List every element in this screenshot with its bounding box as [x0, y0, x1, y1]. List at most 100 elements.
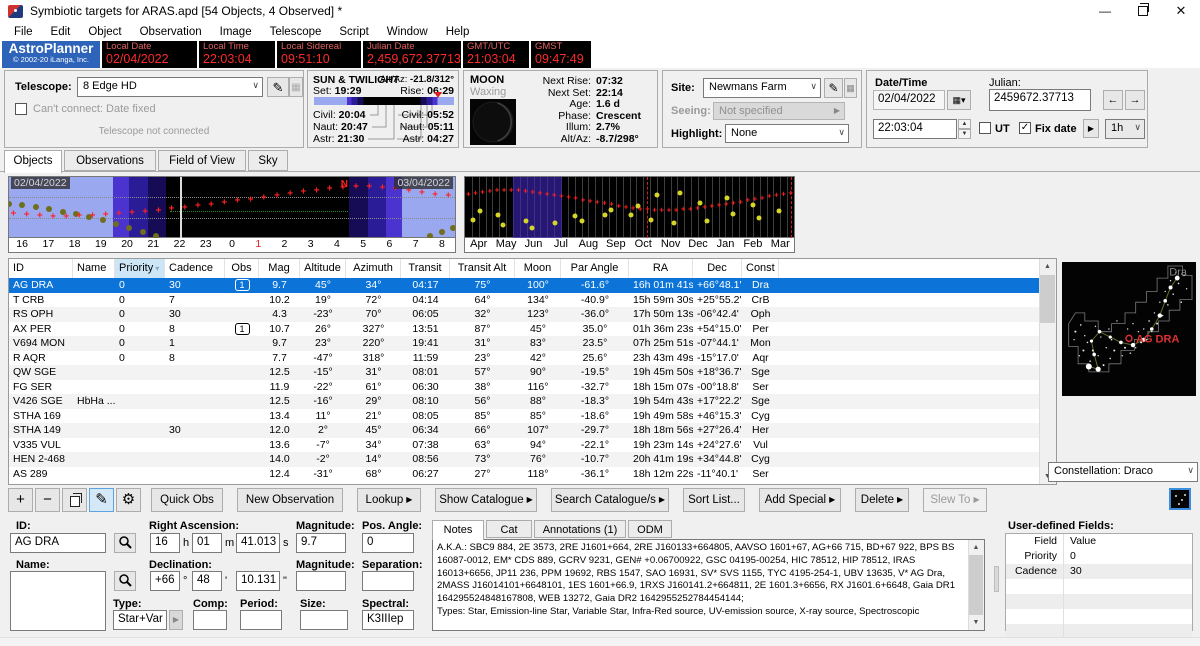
telescope-select[interactable]: 8 Edge HD∨ [77, 77, 263, 97]
fix-date-checkbox[interactable]: ✓ [1019, 122, 1031, 134]
column-header-const[interactable]: Const [742, 259, 779, 278]
table-row[interactable]: STHA 16913.411°21°08:0585°85°-18.6°19h 4… [9, 409, 1040, 424]
notes-tab-cat[interactable]: Cat [486, 520, 532, 538]
table-row[interactable]: V694 MON019.723°220°19:4131°83°23.5°07h … [9, 336, 1040, 351]
column-header-transit[interactable]: Transit [401, 259, 450, 278]
table-row[interactable]: FG SER11.9-22°61°06:3038°116°-32.7°18h 1… [9, 380, 1040, 395]
tab-field-of-view[interactable]: Field of View [158, 150, 246, 171]
column-header-altitude[interactable]: Altitude [300, 259, 346, 278]
site-grid-button[interactable]: ▦ [844, 78, 857, 98]
table-row[interactable]: HEN 2-46814.0-2°14°08:5673°76°-10.7°20h … [9, 452, 1040, 467]
edit-object-button[interactable]: ✎ [89, 488, 114, 512]
notes-tab-annotations-1-[interactable]: Annotations (1) [534, 520, 626, 538]
menu-image[interactable]: Image [211, 25, 261, 39]
ra-seconds-input[interactable]: 41.013 [236, 533, 280, 553]
pane-resize-handle[interactable] [994, 566, 999, 592]
delete-button[interactable]: Delete▶ [855, 488, 909, 512]
menu-script[interactable]: Script [330, 25, 377, 39]
udf-row[interactable]: Cadence30 [1006, 564, 1192, 579]
notes-tab-notes[interactable]: Notes [432, 520, 484, 540]
table-row[interactable]: AX PER08110.726°327°13:5187°45°35.0°01h … [9, 322, 1040, 337]
pos-angle-input[interactable]: 0 [362, 533, 414, 553]
menu-telescope[interactable]: Telescope [261, 25, 331, 39]
table-row[interactable]: STHA 1493012.02°45°06:3466°107°-29.7°18h… [9, 423, 1040, 438]
column-header-dec[interactable]: Dec [693, 259, 742, 278]
column-header-azimuth[interactable]: Azimuth [346, 259, 401, 278]
site-select[interactable]: Newmans Farm∨ [703, 78, 821, 98]
name-input[interactable] [10, 571, 106, 631]
scroll-up-icon[interactable]: ▲ [1040, 259, 1055, 274]
column-header-id[interactable]: ID [9, 259, 73, 278]
tab-observations[interactable]: Observations [64, 150, 156, 171]
menu-object[interactable]: Object [79, 25, 130, 39]
scroll-thumb[interactable] [1040, 275, 1055, 323]
table-row[interactable]: RS OPH0304.3-23°70°06:0532°123°-36.0°17h… [9, 307, 1040, 322]
minimize-button[interactable]: — [1086, 0, 1124, 22]
table-scrollbar[interactable]: ▲ ▼ [1039, 259, 1056, 484]
column-header-ra[interactable]: RA [629, 259, 693, 278]
restore-button[interactable] [1124, 0, 1162, 22]
size-input[interactable] [300, 610, 348, 630]
menu-file[interactable]: File [5, 25, 42, 39]
next-day-button[interactable]: → [1125, 90, 1145, 110]
magnitude-input[interactable]: 9.7 [296, 533, 346, 553]
dec-minutes-input[interactable]: 48 [192, 571, 222, 591]
lookup-id-button[interactable] [114, 533, 136, 553]
table-row[interactable]: QW SGE12.5-15°31°08:0157°90°-19.5°19h 45… [9, 365, 1040, 380]
menu-window[interactable]: Window [378, 25, 437, 39]
time-input[interactable]: 22:03:04 [873, 119, 957, 139]
dec-degrees-input[interactable]: +66 [150, 571, 180, 591]
cant-connect-checkbox[interactable] [15, 103, 27, 115]
calendar-picker-button[interactable]: ▦▾ [947, 90, 971, 110]
notes-text[interactable]: A.K.A.: SBC9 884, 2E 3573, 2RE J1601+664… [432, 539, 985, 631]
search-catalogues-button[interactable]: Search Catalogue/s▶ [551, 488, 669, 512]
menu-edit[interactable]: Edit [42, 25, 80, 39]
table-row[interactable]: V335 VUL13.6-7°34°07:3863°94°-22.1°19h 2… [9, 438, 1040, 453]
udf-row[interactable] [1006, 609, 1192, 624]
column-header-mag[interactable]: Mag [259, 259, 300, 278]
night-altitude-plot[interactable]: 02/04/202203/04/2022N+++++++++++++++++++… [9, 177, 455, 238]
type-input[interactable]: Star+Var St [113, 610, 167, 630]
quick-obs-button[interactable]: Quick Obs [151, 488, 223, 512]
step-button[interactable]: ▶ [1083, 119, 1099, 138]
julian-input[interactable]: 2459672.37713 [989, 89, 1091, 111]
ra-minutes-input[interactable]: 01 [192, 533, 222, 553]
id-input[interactable]: AG DRA [10, 533, 106, 553]
type-picker-button[interactable]: ▶ [169, 610, 183, 630]
date-input[interactable]: 02/04/2022 [873, 90, 945, 110]
edit-telescope-button[interactable]: ✎ [267, 77, 289, 97]
table-row[interactable]: AG DRA03019.745°34°04:1775°100°-61.6°16h… [9, 278, 1040, 293]
highlight-select[interactable]: None∨ [725, 124, 849, 143]
column-header-name[interactable]: Name [73, 259, 115, 278]
menu-help[interactable]: Help [437, 25, 479, 39]
table-row[interactable]: AS 28912.4-31°68°06:2727°118°-36.1°18h 1… [9, 467, 1040, 482]
column-header-transit-alt[interactable]: Transit Alt [450, 259, 515, 278]
udf-row[interactable] [1006, 594, 1192, 609]
add-special-button[interactable]: Add Special▶ [759, 488, 841, 512]
duplicate-object-button[interactable] [62, 488, 87, 512]
ra-hours-input[interactable]: 16 [150, 533, 180, 553]
settings-button[interactable]: ⚙ [116, 488, 141, 512]
add-object-button[interactable]: + [8, 488, 33, 512]
time-up-button[interactable]: ▲ [958, 119, 971, 129]
column-header-cadence[interactable]: Cadence [165, 259, 225, 278]
time-down-button[interactable]: ▼ [958, 129, 971, 139]
table-row[interactable]: R AQR087.7-47°318°11:5923°42°25.6°23h 43… [9, 351, 1040, 366]
udf-row[interactable] [1006, 579, 1192, 594]
notes-tab-odm[interactable]: ODM [628, 520, 672, 538]
column-header-priority[interactable]: Priority▾ [115, 259, 165, 278]
tab-objects[interactable]: Objects [4, 150, 62, 173]
sort-list-button[interactable]: Sort List... [683, 488, 745, 512]
udf-row[interactable]: Priority0 [1006, 549, 1192, 564]
ut-checkbox[interactable] [979, 122, 991, 134]
comp-input[interactable] [193, 610, 227, 630]
separation-input[interactable] [362, 571, 414, 591]
show-catalogue-button[interactable]: Show Catalogue▶ [435, 488, 537, 512]
dec-seconds-input[interactable]: 10.131 [236, 571, 280, 591]
prev-day-button[interactable]: ← [1103, 90, 1123, 110]
spectral-input[interactable]: K3IIIep [362, 610, 414, 630]
new-observation-button[interactable]: New Observation [237, 488, 343, 512]
column-header-par-angle[interactable]: Par Angle [561, 259, 629, 278]
lookup-name-button[interactable] [114, 571, 136, 591]
scroll-up-icon[interactable]: ▲ [969, 540, 983, 555]
